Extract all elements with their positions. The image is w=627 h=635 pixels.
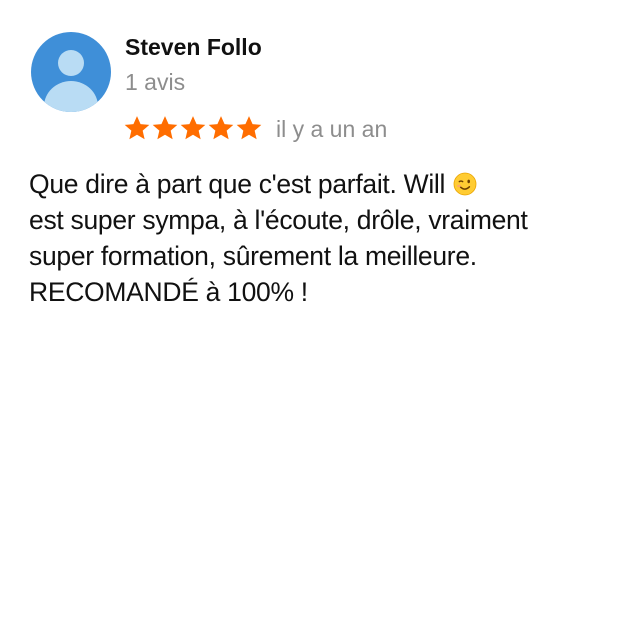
review-text-line-3: super formation, sûrement la meilleure. — [29, 241, 477, 271]
star-icon — [179, 114, 207, 142]
reviewer-avatar[interactable] — [31, 32, 111, 112]
review-text-line: Que dire à part que c'est parfait. Will — [29, 166, 604, 202]
review-date: il y a un an — [276, 116, 388, 142]
review-card: Steven Follo 1 avis il y a un an Que dir… — [0, 0, 627, 635]
person-avatar-icon-body — [44, 81, 98, 112]
star-icon — [151, 114, 179, 142]
reviewer-review-count: 1 avis — [125, 69, 186, 95]
winking-face-emoji-icon — [453, 172, 477, 196]
review-text-line-1: Que dire à part que c'est parfait. Will — [29, 169, 446, 199]
reviewer-name[interactable]: Steven Follo — [125, 33, 262, 61]
star-rating — [123, 112, 263, 144]
person-avatar-icon-head — [58, 50, 84, 76]
star-icon — [235, 114, 263, 142]
review-text: Que dire à part que c'est parfait. Will … — [29, 166, 604, 310]
star-icon — [123, 114, 151, 142]
review-text-line-2: est super sympa, à l'écoute, drôle, vrai… — [29, 205, 528, 235]
star-icon — [207, 114, 235, 142]
review-text-line-4: RECOMANDÉ à 100% ! — [29, 277, 308, 307]
